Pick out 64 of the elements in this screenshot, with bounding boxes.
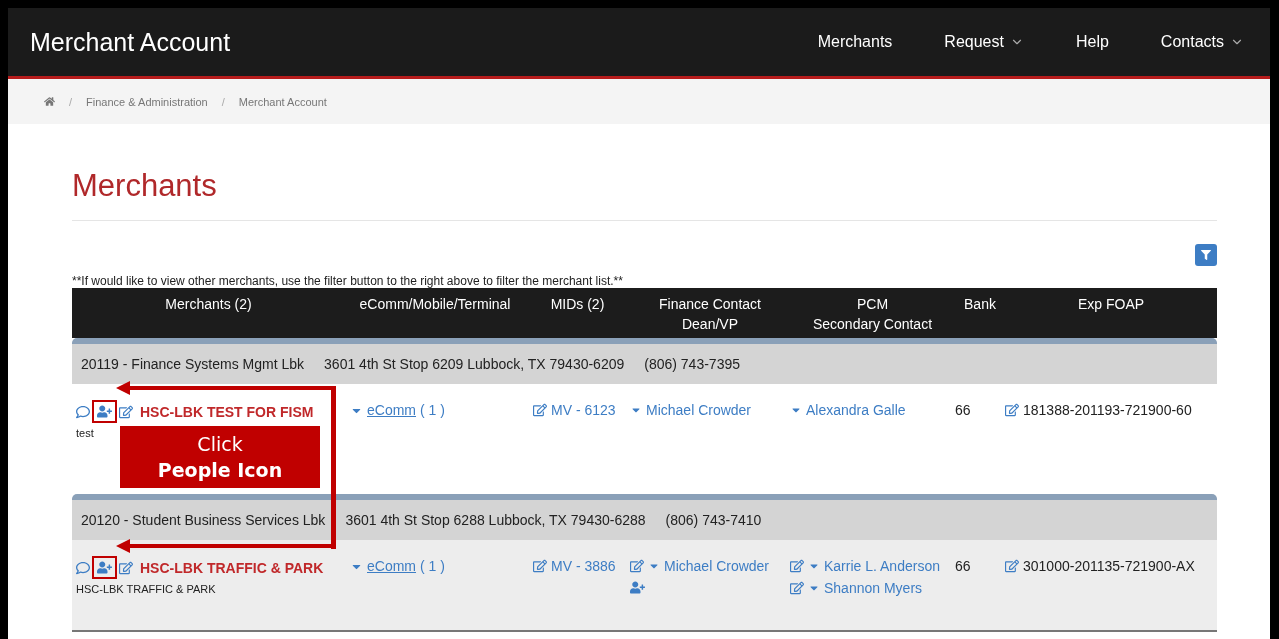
edit-icon[interactable] [1005,403,1019,417]
edit-icon[interactable] [533,403,547,417]
contact-link[interactable]: Michael Crowder [646,402,752,418]
merchant-name[interactable]: HSC-LBK TEST FOR FISM [140,403,314,420]
group-header-text: (806) 743-7395 [644,356,740,372]
nav-link[interactable]: Request [918,33,1050,51]
nav-link[interactable]: Merchants [791,33,919,51]
breadcrumb-link[interactable]: Merchant Account [238,95,327,108]
merchant-subtitle: HSC-LBK TRAFFIC & PARK [76,583,217,595]
column-heading: Exp FOAP [1076,295,1146,314]
edit-icon[interactable] [630,559,644,573]
edit-icon[interactable] [119,404,133,419]
merchant-name[interactable]: HSC-LBK TRAFFIC & PARK [140,559,324,576]
bank-number: 66 [955,558,972,574]
contact-link[interactable]: Michael Crowder [664,558,770,574]
edit-icon[interactable] [533,559,547,573]
edit-icon[interactable] [119,560,133,575]
edit-icon[interactable] [790,581,804,595]
column-heading: Merchants (2) [164,295,253,314]
group-header-text: 20120 - Student Business Services Lbk [81,512,326,528]
breadcrumb-separator: / [220,95,226,108]
bank-number: 66 [955,402,972,418]
home-icon[interactable] [44,96,55,107]
mid-link[interactable]: MV - 6123 [551,402,616,418]
column-heading: eComm/Mobile/Terminal [358,295,512,314]
mid-link[interactable]: MV - 3886 [551,558,616,574]
edit-icon[interactable] [790,559,804,573]
ecomm-link[interactable]: eComm [367,558,416,574]
app-title: Merchant Account [30,27,232,57]
add-person-icon[interactable] [94,402,115,421]
group-header-text: 3601 4th St Stop 6209 Lubbock, TX 79430-6209 [324,356,625,372]
group-header-text: 20119 - Finance Systems Mgmt Lbk [81,356,305,372]
callout-text: Click [197,433,243,455]
page-title: Merchants [72,124,1217,221]
ecomm-count[interactable]: ( 1 ) [420,558,445,574]
nav-link[interactable]: Contacts [1134,33,1270,51]
column-heading: Finance Contact [658,295,762,314]
column-heading: Secondary Contact [811,315,934,334]
group-header-text: (806) 743-7410 [665,512,762,528]
callout-text: People Icon [157,459,283,481]
contact-link[interactable]: Karrie L. Anderson [824,558,940,574]
add-person-icon[interactable] [94,558,115,577]
column-heading: PCM [855,295,890,314]
edit-icon[interactable] [1005,559,1019,573]
contact-link[interactable]: Shannon Myers [824,580,923,596]
breadcrumb-separator: / [68,95,74,108]
column-heading: MIDs (2) [549,295,606,314]
nav-link[interactable]: Help [1049,33,1135,51]
foap-code: 301000-201135-721900-AX [1023,558,1195,574]
comment-icon[interactable] [76,404,90,419]
merchant-subtitle: test [76,427,95,439]
group-header-text: 3601 4th St Stop 6288 Lubbock, TX 79430-6288 [345,512,646,528]
comment-icon[interactable] [76,560,90,575]
column-heading: Bank [963,295,997,314]
column-heading: Dean/VP [680,315,739,334]
add-person-icon[interactable] [630,580,646,595]
filter-icon [1201,250,1211,260]
contact-link[interactable]: Alexandra Galle [806,402,906,418]
filter-note: **If would like to view other merchants, use the filter button to the right above to filter the merchant list.** [72,274,624,288]
foap-code: 181388-201193-721900-60 [1023,402,1192,418]
filter-button[interactable] [1195,244,1217,266]
ecomm-count[interactable]: ( 1 ) [420,402,445,418]
ecomm-link[interactable]: eComm [367,402,416,418]
breadcrumb-link[interactable]: Finance & Administration [86,95,208,108]
